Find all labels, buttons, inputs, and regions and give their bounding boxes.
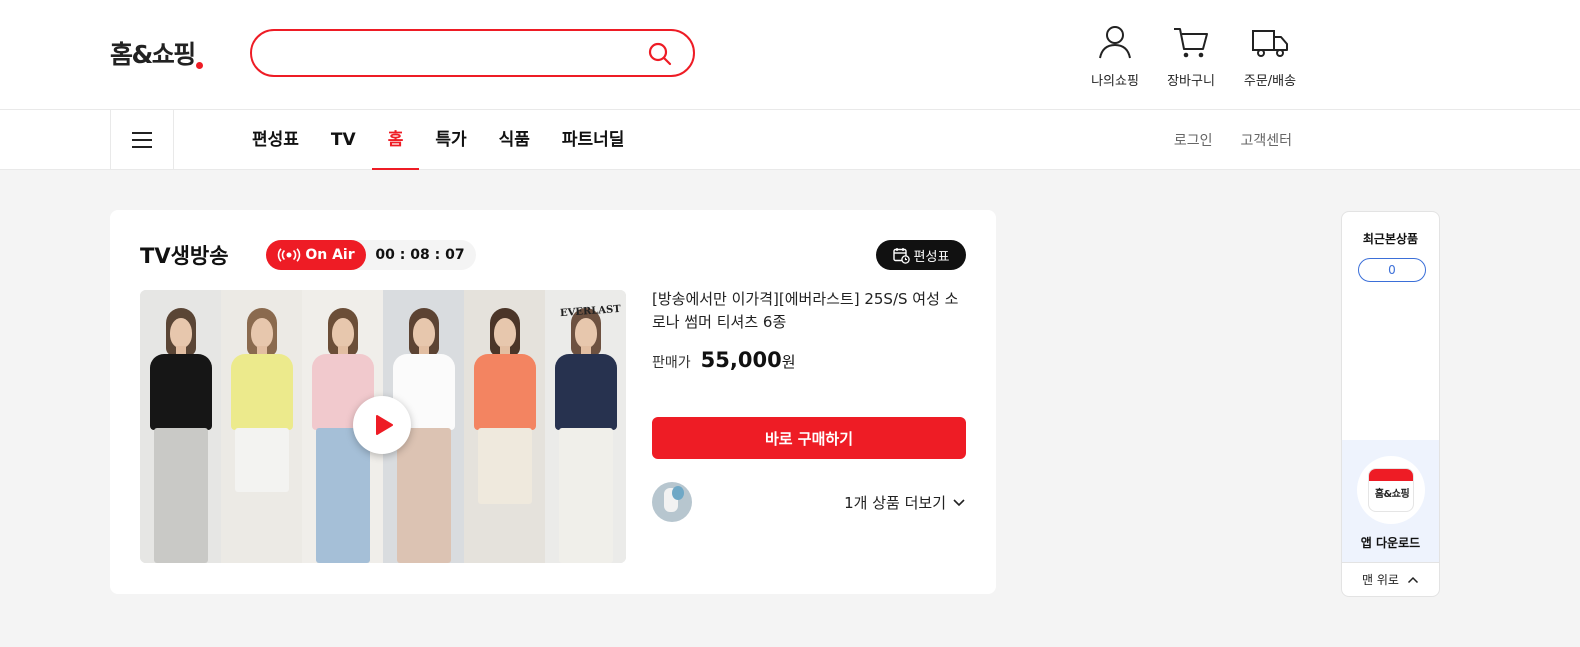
price-value: 55,000 [700, 348, 782, 372]
product-name[interactable]: [방송에서만 이가격][에버라스트] 25S/S 여성 소로나 썸머 티셔츠 6… [652, 288, 962, 334]
buy-now-button[interactable]: 바로 구매하기 [652, 417, 966, 459]
main-nav: 편성표 TV 홈 특가 식품 파트너딜 로그인 고객센터 [0, 110, 1580, 170]
customer-center-link[interactable]: 고객센터 [1240, 130, 1292, 150]
cart-label: 장바구니 [1167, 74, 1215, 89]
app-download-label: 앱 다운로드 [1360, 536, 1421, 550]
recent-products-count[interactable]: 0 [1358, 258, 1426, 282]
calendar-clock-icon [892, 247, 910, 264]
login-link[interactable]: 로그인 [1174, 130, 1213, 150]
product-price: 판매가 55,000 원 [652, 348, 796, 372]
order-delivery-link[interactable]: 주문/배송 [1235, 22, 1305, 89]
play-button[interactable] [353, 396, 411, 454]
tab-special-deals[interactable]: 특가 [419, 110, 482, 170]
remaining-time: 00 : 08 : 07 [375, 247, 465, 263]
search-bar[interactable] [250, 29, 695, 77]
order-delivery-label: 주문/배송 [1243, 74, 1297, 89]
user-icon [1099, 26, 1131, 59]
more-products-label: 1개 상품 더보기 [844, 494, 946, 512]
back-to-top-label: 맨 위로 [1362, 573, 1399, 587]
on-air-status: On Air 00 : 08 : 07 [266, 240, 476, 270]
on-air-badge: On Air [266, 240, 366, 270]
app-download-promo[interactable]: 홈&쇼핑 앱 다운로드 [1342, 440, 1439, 562]
section-title: TV생방송 [140, 244, 229, 268]
model-photo [221, 290, 302, 563]
on-air-label: On Air [305, 247, 355, 263]
quick-sidebar: 최근본상품 0 홈&쇼핑 앱 다운로드 맨 위로 [1341, 211, 1440, 597]
price-label: 판매가 [652, 355, 691, 371]
my-shopping-label: 나의쇼핑 [1091, 74, 1139, 89]
model-photo: EVERLAST [545, 290, 626, 563]
chevron-up-icon [1407, 576, 1418, 583]
logo-dot [195, 62, 203, 69]
tab-home[interactable]: 홈 [371, 110, 420, 170]
tab-schedule[interactable]: 편성표 [236, 110, 315, 170]
hamburger-icon [132, 132, 152, 148]
chevron-down-icon [953, 498, 965, 506]
cart-link[interactable]: 장바구니 [1156, 22, 1226, 89]
truck-icon [1252, 30, 1288, 57]
model-photo [464, 290, 545, 563]
my-shopping-link[interactable]: 나의쇼핑 [1080, 22, 1150, 89]
model-photo [140, 290, 221, 563]
app-logo: 홈&쇼핑 [1368, 468, 1414, 512]
live-video-thumbnail[interactable]: EVERLAST [140, 290, 626, 563]
search-input[interactable] [272, 40, 632, 66]
search-icon[interactable] [647, 41, 673, 67]
tab-partner-deal[interactable]: 파트너딜 [546, 110, 641, 170]
site-header: 홈&쇼핑 나의쇼핑 장바구니 주문/배송 [0, 0, 1580, 110]
recent-products-title: 최근본상품 [1362, 232, 1419, 246]
cart-icon [1174, 28, 1208, 58]
tv-live-card: TV생방송 On Air 00 : 08 : 07 편성표 EVERLAST [… [110, 210, 996, 594]
schedule-button[interactable]: 편성표 [876, 240, 966, 270]
nav-tabs: 편성표 TV 홈 특가 식품 파트너딜 [236, 110, 640, 170]
home-shopping-logo[interactable]: 홈&쇼핑 [110, 33, 203, 73]
related-product-thumbnail[interactable] [652, 482, 692, 522]
logo-text: 홈&쇼핑 [110, 40, 196, 69]
app-icon: 홈&쇼핑 [1357, 456, 1425, 524]
app-logo-text: 홈&쇼핑 [1374, 489, 1410, 500]
tab-tv[interactable]: TV [315, 110, 372, 170]
tab-food[interactable]: 식품 [483, 110, 546, 170]
play-icon [376, 415, 393, 435]
category-menu-button[interactable] [110, 110, 174, 170]
more-products-toggle[interactable]: 1개 상품 더보기 [844, 492, 966, 513]
back-to-top-button[interactable]: 맨 위로 [1342, 562, 1439, 596]
price-unit: 원 [781, 353, 796, 371]
broadcast-icon [278, 248, 301, 262]
schedule-button-label: 편성표 [913, 249, 950, 265]
nav-right-links: 로그인 고객센터 [1174, 110, 1292, 170]
